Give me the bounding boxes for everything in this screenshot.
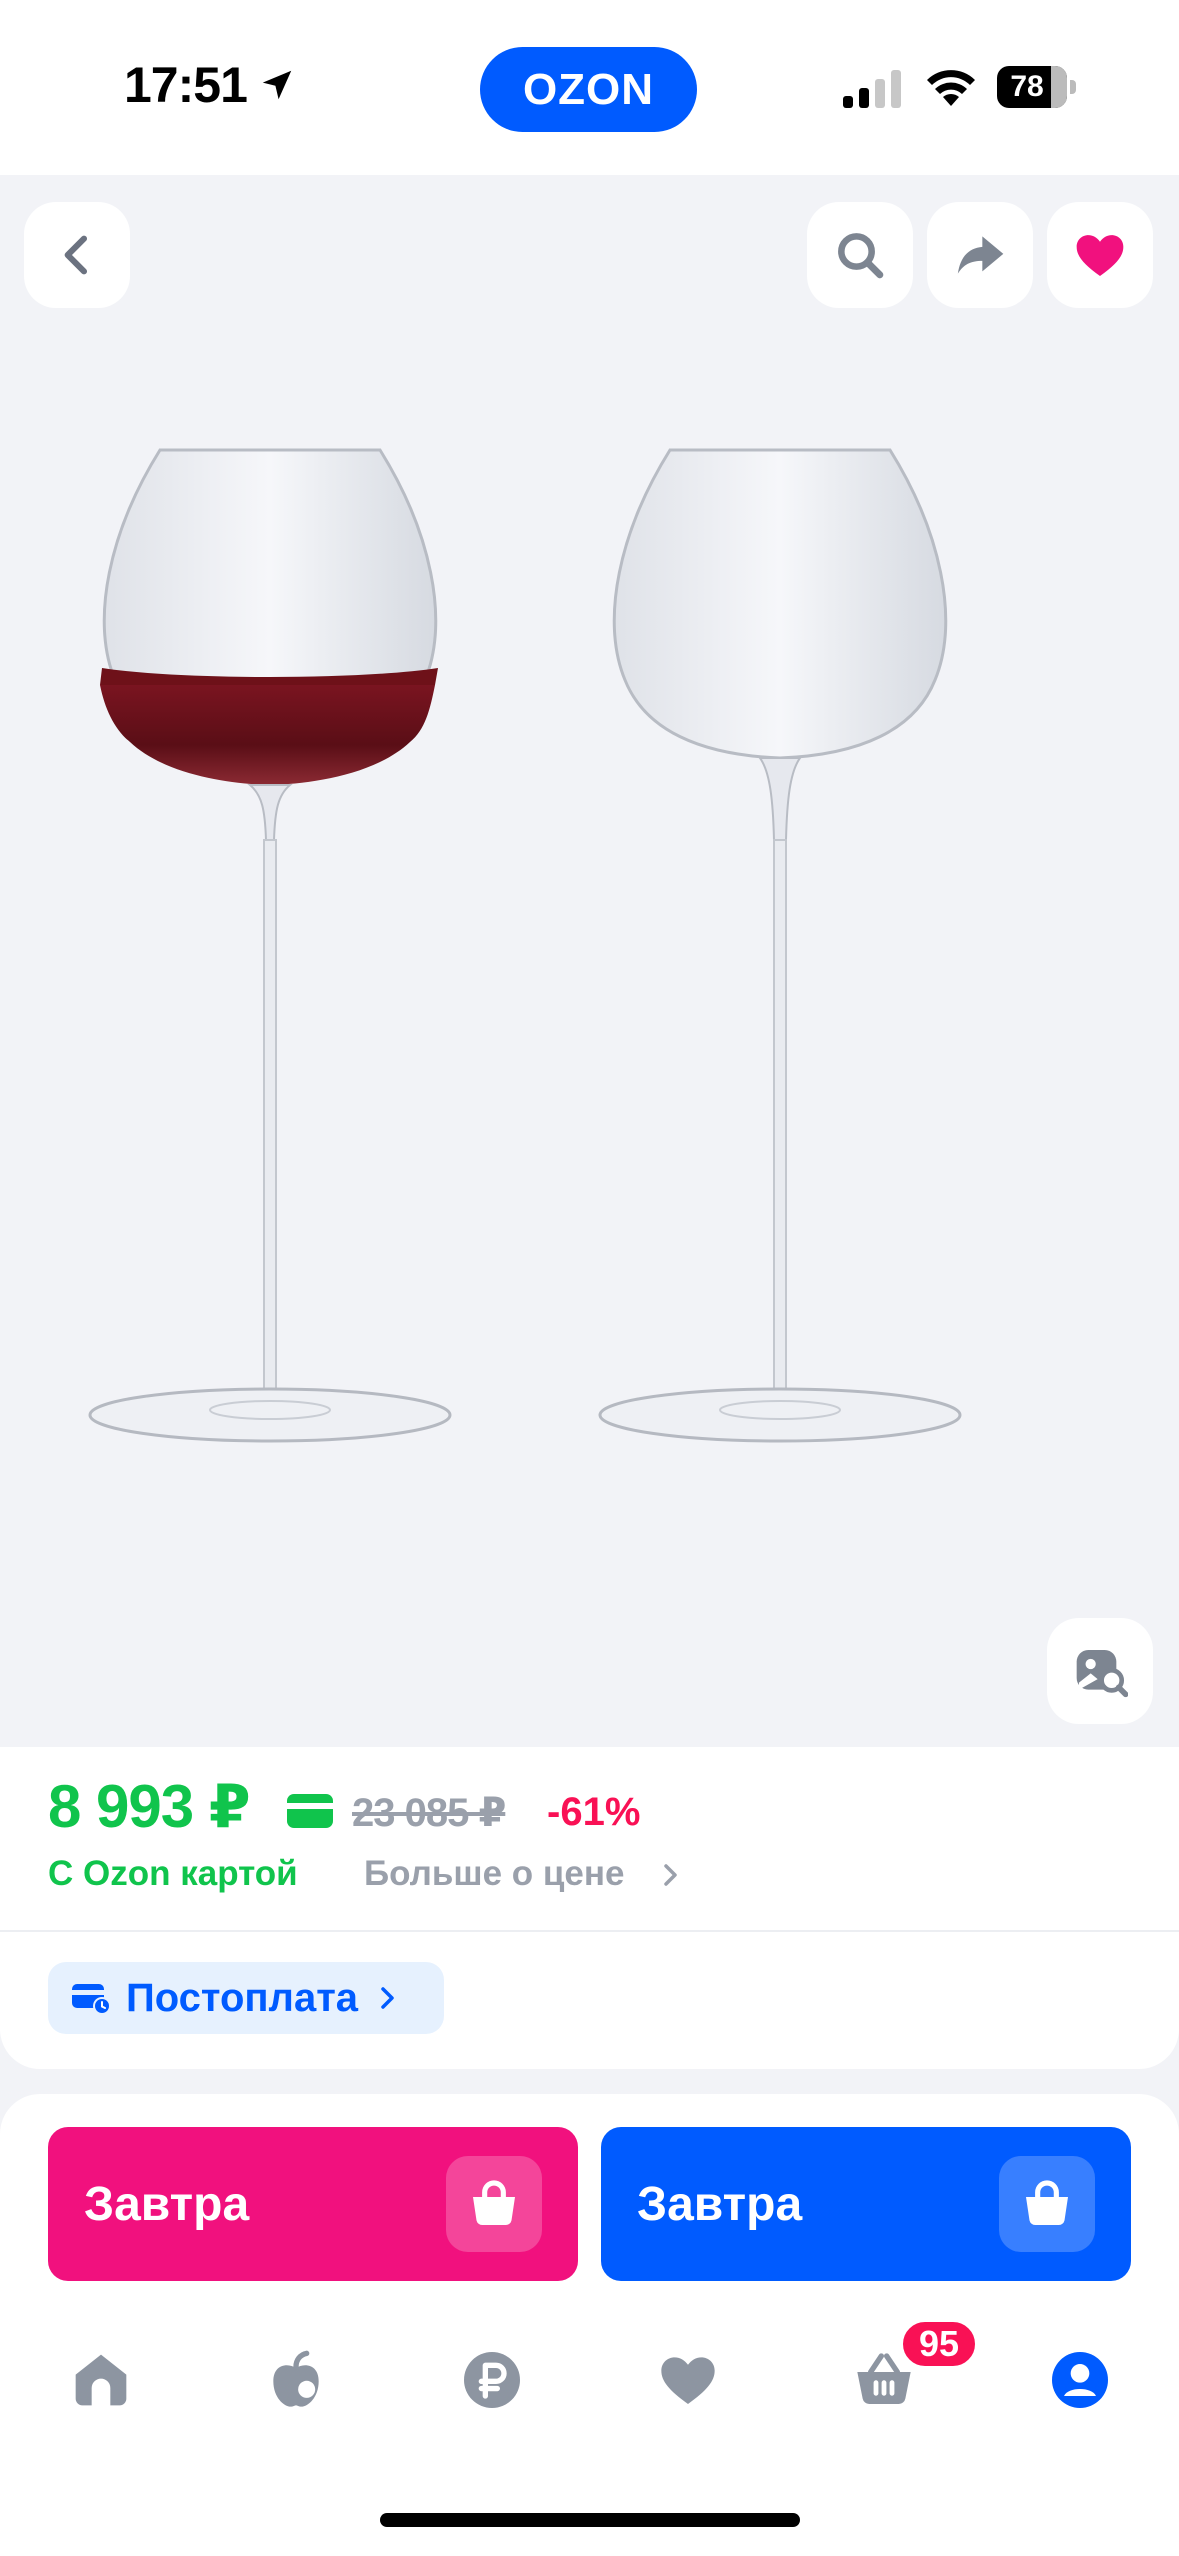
buy-button-label: Завтра xyxy=(637,2177,803,2231)
heart-icon xyxy=(661,2357,715,2404)
cellular-signal-icon xyxy=(843,70,901,108)
battery-indicator: 78 xyxy=(997,66,1077,108)
favorite-button[interactable] xyxy=(1047,202,1153,308)
find-similar-button[interactable] xyxy=(1047,1618,1153,1724)
heart-icon xyxy=(1076,235,1124,276)
chevron-right-icon xyxy=(664,1864,677,1886)
add-to-cart-chip xyxy=(446,2156,542,2252)
search-icon xyxy=(838,233,884,279)
wifi-icon xyxy=(927,70,975,106)
location-arrow-icon xyxy=(262,70,292,100)
tab-favorites[interactable] xyxy=(648,2340,728,2420)
apple-icon xyxy=(273,2350,319,2407)
battery-level: 78 xyxy=(1010,70,1044,103)
add-to-cart-chip xyxy=(999,2156,1095,2252)
image-search-icon xyxy=(1076,1650,1128,1698)
postpay-label: Постоплата xyxy=(126,1975,359,2020)
tab-profile[interactable] xyxy=(1040,2340,1120,2420)
postpay-button[interactable]: Постоплата xyxy=(48,1962,444,2034)
basket-icon xyxy=(473,2180,515,2226)
share-icon xyxy=(957,236,1004,274)
ruble-icon xyxy=(464,2352,520,2408)
ozon-logo[interactable]: OZON xyxy=(480,47,697,132)
profile-icon xyxy=(1052,2352,1108,2408)
status-time: 17:51 xyxy=(124,57,248,113)
more-about-price-link[interactable]: Больше о цене xyxy=(364,1854,624,1894)
chevron-left-icon xyxy=(64,235,88,275)
share-button[interactable] xyxy=(927,202,1033,308)
tab-home[interactable] xyxy=(61,2340,141,2420)
buy-tomorrow-pink-button[interactable]: Завтра xyxy=(48,2127,578,2281)
product-image[interactable] xyxy=(80,380,1120,1500)
home-indicator xyxy=(380,2513,800,2527)
search-button[interactable] xyxy=(807,202,913,308)
tab-fresh[interactable] xyxy=(256,2340,336,2420)
home-icon xyxy=(75,2354,127,2406)
cart-count-badge: 95 xyxy=(899,2318,979,2370)
chevron-right-icon xyxy=(381,1987,394,2009)
divider xyxy=(0,1930,1179,1932)
buy-button-label: Завтра xyxy=(84,2177,250,2231)
ozon-card-label[interactable]: С Ozon картой xyxy=(48,1854,298,1894)
card-clock-icon xyxy=(72,1984,111,2015)
buy-tomorrow-blue-button[interactable]: Завтра xyxy=(601,2127,1131,2281)
ozon-card-price: 8 993 ₽ xyxy=(48,1773,251,1840)
tab-finance[interactable] xyxy=(452,2340,532,2420)
ozon-card-icon xyxy=(287,1794,333,1828)
old-price: 23 085 ₽ xyxy=(352,1791,506,1835)
discount-badge: -61% xyxy=(547,1790,641,1834)
back-button[interactable] xyxy=(24,202,130,308)
basket-icon xyxy=(1026,2180,1068,2226)
